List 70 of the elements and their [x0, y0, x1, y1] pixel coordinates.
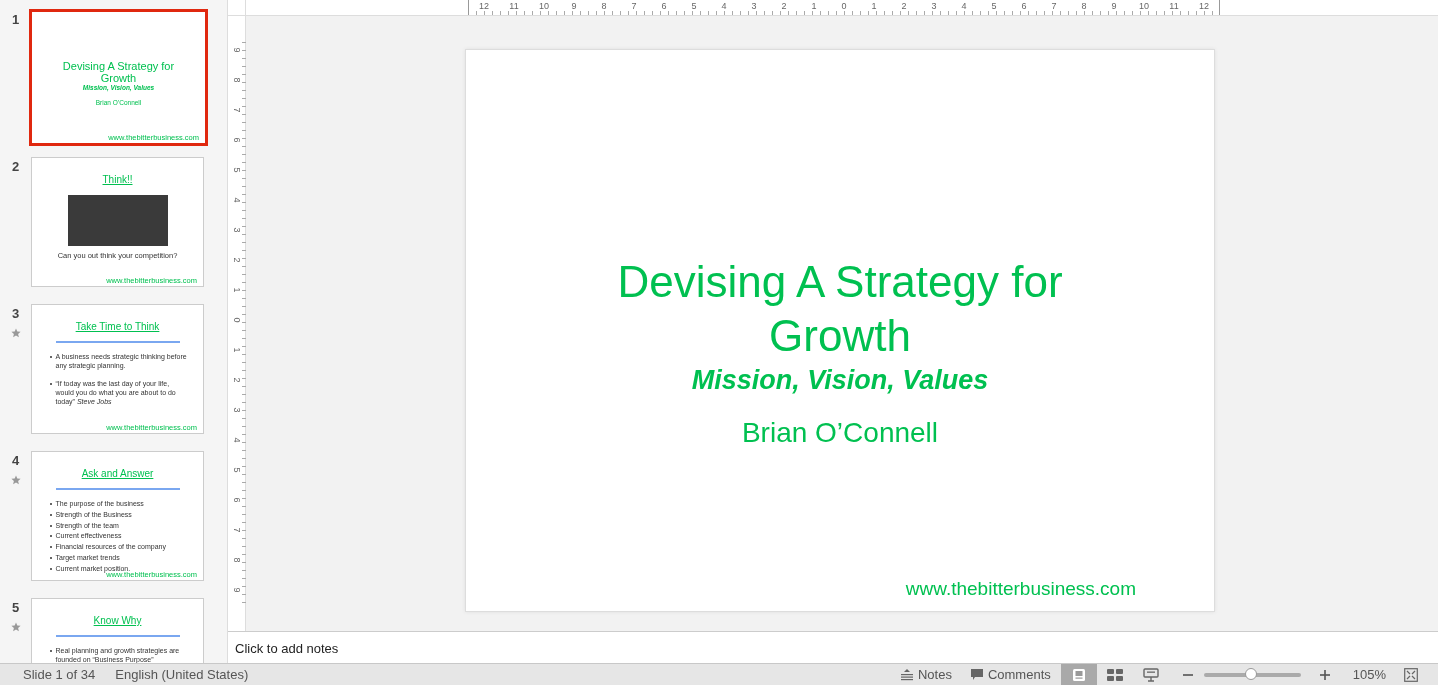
slide-number: 4 [11, 453, 20, 468]
ruler-number: 7 [1050, 0, 1058, 13]
grid-view-icon [1106, 668, 1123, 681]
ruler-number: 4 [231, 197, 242, 202]
slide-number: 5 [11, 600, 20, 615]
ruler-number: 0 [231, 317, 242, 322]
ruler-number: 4 [720, 0, 728, 13]
ruler-number: 7 [231, 527, 242, 532]
ruler-number: 6 [231, 137, 242, 142]
ruler-number: 5 [690, 0, 698, 13]
notes-icon [899, 668, 914, 681]
ruler-number: 7 [630, 0, 638, 13]
ruler-number: 3 [231, 407, 242, 412]
ruler-number: 5 [231, 467, 242, 472]
normal-view-button[interactable] [1060, 664, 1097, 685]
ruler-number: 6 [1020, 0, 1028, 13]
ruler-number: 4 [960, 0, 968, 13]
zoom-percentage[interactable]: 105% [1352, 667, 1386, 682]
ruler-number: 3 [930, 0, 938, 13]
slide-number: 1 [11, 12, 20, 27]
fit-to-window-icon[interactable] [1404, 667, 1418, 682]
ruler-number: 10 [538, 0, 550, 13]
slide-thumbnail[interactable] [31, 304, 204, 434]
thumbnail-title: Take Time to Think [75, 321, 160, 332]
ruler-number: 1 [231, 287, 242, 292]
thumbnail-title: Know Why [93, 615, 142, 626]
slide-number: 3 [11, 306, 20, 321]
presentation-screen-icon [1142, 667, 1159, 682]
ruler-number: 11 [508, 0, 520, 13]
ruler-number: 6 [231, 497, 242, 502]
ruler-number: 1 [810, 0, 818, 13]
ruler-number: 8 [231, 557, 242, 562]
ruler-number: 2 [231, 377, 242, 382]
ruler-number: 5 [990, 0, 998, 13]
ruler-number: 9 [231, 587, 242, 592]
ruler-number: 9 [570, 0, 578, 13]
ruler-number: 0 [840, 0, 848, 13]
thumbnail-title: Think!! [102, 174, 133, 185]
comments-button[interactable]: Comments [961, 667, 1059, 682]
ruler-number: 2 [900, 0, 908, 13]
ruler-number: 7 [231, 107, 242, 112]
language-label[interactable]: English (United States) [115, 667, 249, 682]
ruler-number: 3 [750, 0, 758, 13]
ruler-number: 4 [231, 437, 242, 442]
ruler-number: 8 [1080, 0, 1088, 13]
zoom-slider-thumb[interactable] [1245, 667, 1258, 680]
ruler-number: 9 [1110, 0, 1118, 13]
thumbnail-title: Devising A Strategy for Growth [61, 60, 176, 84]
notes-button[interactable]: Notes [891, 667, 960, 682]
ruler-number: 10 [1138, 0, 1150, 13]
ruler-number: 6 [660, 0, 668, 13]
ruler-number: 2 [231, 257, 242, 262]
ruler-number: 11 [1168, 0, 1180, 13]
ruler-number: 9 [231, 47, 242, 52]
ruler-number: 5 [231, 167, 242, 172]
ruler-number: 3 [231, 227, 242, 232]
slide-thumbnail[interactable] [31, 451, 204, 581]
slide-number: 2 [11, 159, 20, 174]
zoom-in-icon[interactable] [1319, 669, 1330, 680]
ruler-number: 8 [231, 77, 242, 82]
ruler-number: 1 [870, 0, 878, 13]
ruler-number: 12 [478, 0, 490, 13]
normal-view-icon [1071, 667, 1086, 682]
slide-counter: Slide 1 of 34 [23, 667, 96, 682]
speech-bubble-icon [969, 668, 984, 681]
thumbnail-title: Ask and Answer [81, 468, 154, 479]
ruler-number: 8 [600, 0, 608, 13]
ruler-number: 1 [231, 347, 242, 352]
ruler-number: 2 [780, 0, 788, 13]
ruler-number: 12 [1198, 0, 1210, 13]
